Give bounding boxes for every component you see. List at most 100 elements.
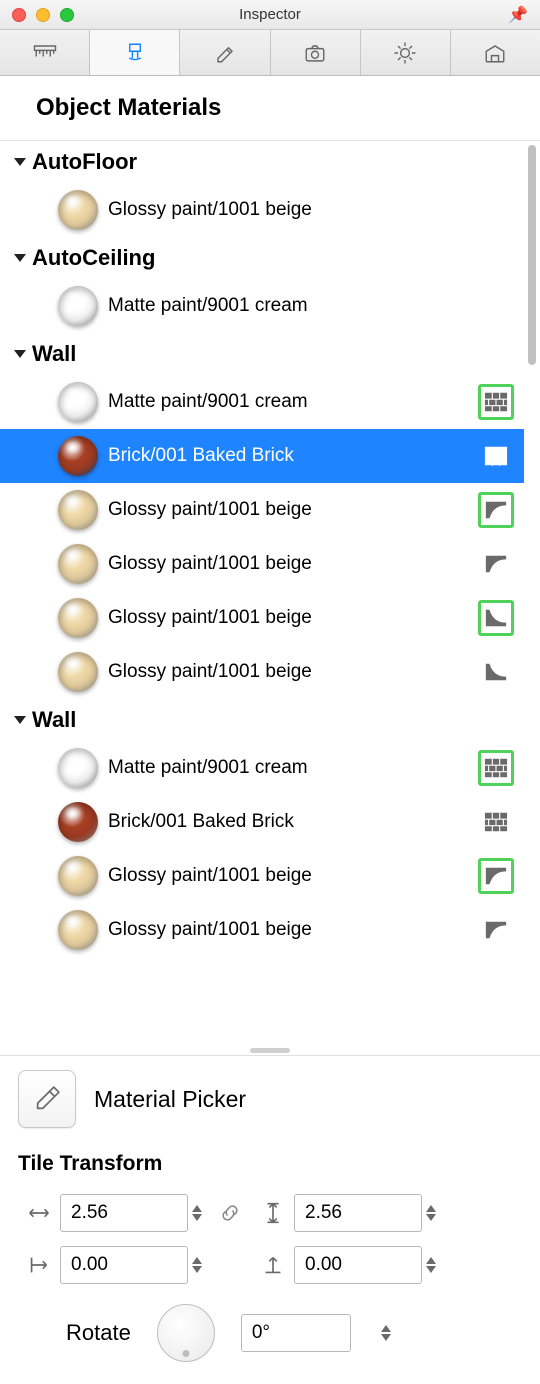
brick-tile-icon[interactable] [478,750,514,786]
group-name: Wall [32,707,76,733]
tile-transform-grid: 2.56 2.56 0.00 [18,1194,522,1284]
rotate-row: Rotate 0° [18,1304,522,1362]
window-titlebar: Inspector 📌 [0,0,540,30]
material-swatch-icon [58,802,98,842]
material-label: Matte paint/9001 cream [108,757,468,779]
pane-splitter[interactable] [0,1045,540,1055]
material-row[interactable]: Glossy paint/1001 beige [0,591,524,645]
tile-height-input[interactable]: 2.56 [294,1194,422,1232]
link-icon [218,1201,242,1225]
material-row[interactable]: Brick/001 Baked Brick [0,795,524,849]
window-title: Inspector [0,6,540,23]
rotate-value: 0° [252,1322,270,1344]
material-row[interactable]: Matte paint/9001 cream [0,375,524,429]
materials-tree: AutoFloor Glossy paint/1001 beige AutoCei… [0,140,540,1045]
material-swatch-icon [58,598,98,638]
base-tile-icon[interactable] [478,654,514,690]
tree-group-header[interactable]: AutoCeiling [0,237,524,279]
crown-tile-icon[interactable] [478,858,514,894]
base-tile-icon[interactable] [478,600,514,636]
tile-offset-x-stepper[interactable] [188,1257,206,1273]
material-label: Glossy paint/1001 beige [108,865,468,887]
tab-camera[interactable] [271,30,361,75]
building-icon [481,39,509,67]
tile-height-value: 2.56 [305,1202,342,1224]
pencil-icon [211,39,239,67]
material-swatch-icon [58,910,98,950]
material-swatch-icon [58,382,98,422]
stepper-down-icon [426,1214,436,1221]
brick-tile-icon[interactable] [478,804,514,840]
material-row[interactable]: Glossy paint/1001 beige [0,483,524,537]
tile-width-value: 2.56 [71,1202,108,1224]
group-name: AutoFloor [32,149,137,175]
material-row[interactable]: Matte paint/9001 cream [0,279,524,333]
tile-offset-x-input[interactable]: 0.00 [60,1246,188,1284]
scrollbar-thumb[interactable] [528,145,536,365]
materials-tree-scroll[interactable]: AutoFloor Glossy paint/1001 beige AutoCei… [0,141,524,1045]
tab-lighting[interactable] [361,30,451,75]
rotate-dial[interactable] [157,1304,215,1362]
brick-tile-icon[interactable] [478,384,514,420]
material-picker-title: Material Picker [94,1086,246,1113]
chevron-down-icon [14,158,26,166]
traffic-lights [0,8,74,22]
material-label: Matte paint/9001 cream [108,391,468,413]
material-label: Glossy paint/1001 beige [108,553,468,575]
tab-building[interactable] [451,30,540,75]
brick-tile-icon[interactable] [478,438,514,474]
stepper-down-icon [381,1334,391,1341]
offset-y-icon [252,1252,294,1278]
tile-offset-x-value: 0.00 [71,1254,108,1276]
tree-group-header[interactable]: Wall [0,333,524,375]
inspector-tab-strip [0,30,540,76]
material-row[interactable]: Glossy paint/1001 beige [0,903,524,957]
material-row[interactable]: Brick/001 Baked Brick [0,429,524,483]
chevron-down-icon [14,716,26,724]
tab-materials[interactable] [90,30,180,75]
close-window-button[interactable] [12,8,26,22]
material-label: Brick/001 Baked Brick [108,445,468,467]
rotate-input[interactable]: 0° [241,1314,351,1352]
tab-dimensions[interactable] [0,30,90,75]
material-row[interactable]: Glossy paint/1001 beige [0,645,524,699]
tile-offset-y-input[interactable]: 0.00 [294,1246,422,1284]
crown-tile-icon[interactable] [478,546,514,582]
crown-tile-icon[interactable] [478,912,514,948]
crown-tile-icon[interactable] [478,492,514,528]
material-label: Glossy paint/1001 beige [108,661,468,683]
stepper-down-icon [192,1266,202,1273]
minimize-window-button[interactable] [36,8,50,22]
material-label: Matte paint/9001 cream [108,295,514,317]
splitter-handle-icon [250,1048,290,1053]
group-name: Wall [32,341,76,367]
caliper-icon [31,39,59,67]
tile-height-stepper[interactable] [422,1205,440,1221]
zoom-window-button[interactable] [60,8,74,22]
material-row[interactable]: Glossy paint/1001 beige [0,183,524,237]
tree-group-header[interactable]: Wall [0,699,524,741]
scrollbar-track[interactable] [528,145,536,1041]
tile-offset-y-stepper[interactable] [422,1257,440,1273]
tile-width-stepper[interactable] [188,1205,206,1221]
group-name: AutoCeiling [32,245,155,271]
tab-edit[interactable] [180,30,270,75]
rotate-label: Rotate [66,1320,131,1346]
tile-transform-heading: Tile Transform [18,1152,522,1176]
material-row[interactable]: Matte paint/9001 cream [0,741,524,795]
material-picker-button[interactable] [18,1070,76,1128]
material-row[interactable]: Glossy paint/1001 beige [0,849,524,903]
link-dimensions-button[interactable] [208,1201,252,1225]
material-swatch-icon [58,286,98,326]
tile-width-input[interactable]: 2.56 [60,1194,188,1232]
tree-group-header[interactable]: AutoFloor [0,141,524,183]
chevron-down-icon [14,254,26,262]
material-row[interactable]: Glossy paint/1001 beige [0,537,524,591]
material-swatch-icon [58,652,98,692]
pin-icon[interactable]: 📌 [508,5,528,25]
material-swatch-icon [58,436,98,476]
material-label: Brick/001 Baked Brick [108,811,468,833]
material-swatch-icon [58,856,98,896]
height-icon [252,1200,294,1226]
rotate-stepper[interactable] [377,1325,395,1341]
